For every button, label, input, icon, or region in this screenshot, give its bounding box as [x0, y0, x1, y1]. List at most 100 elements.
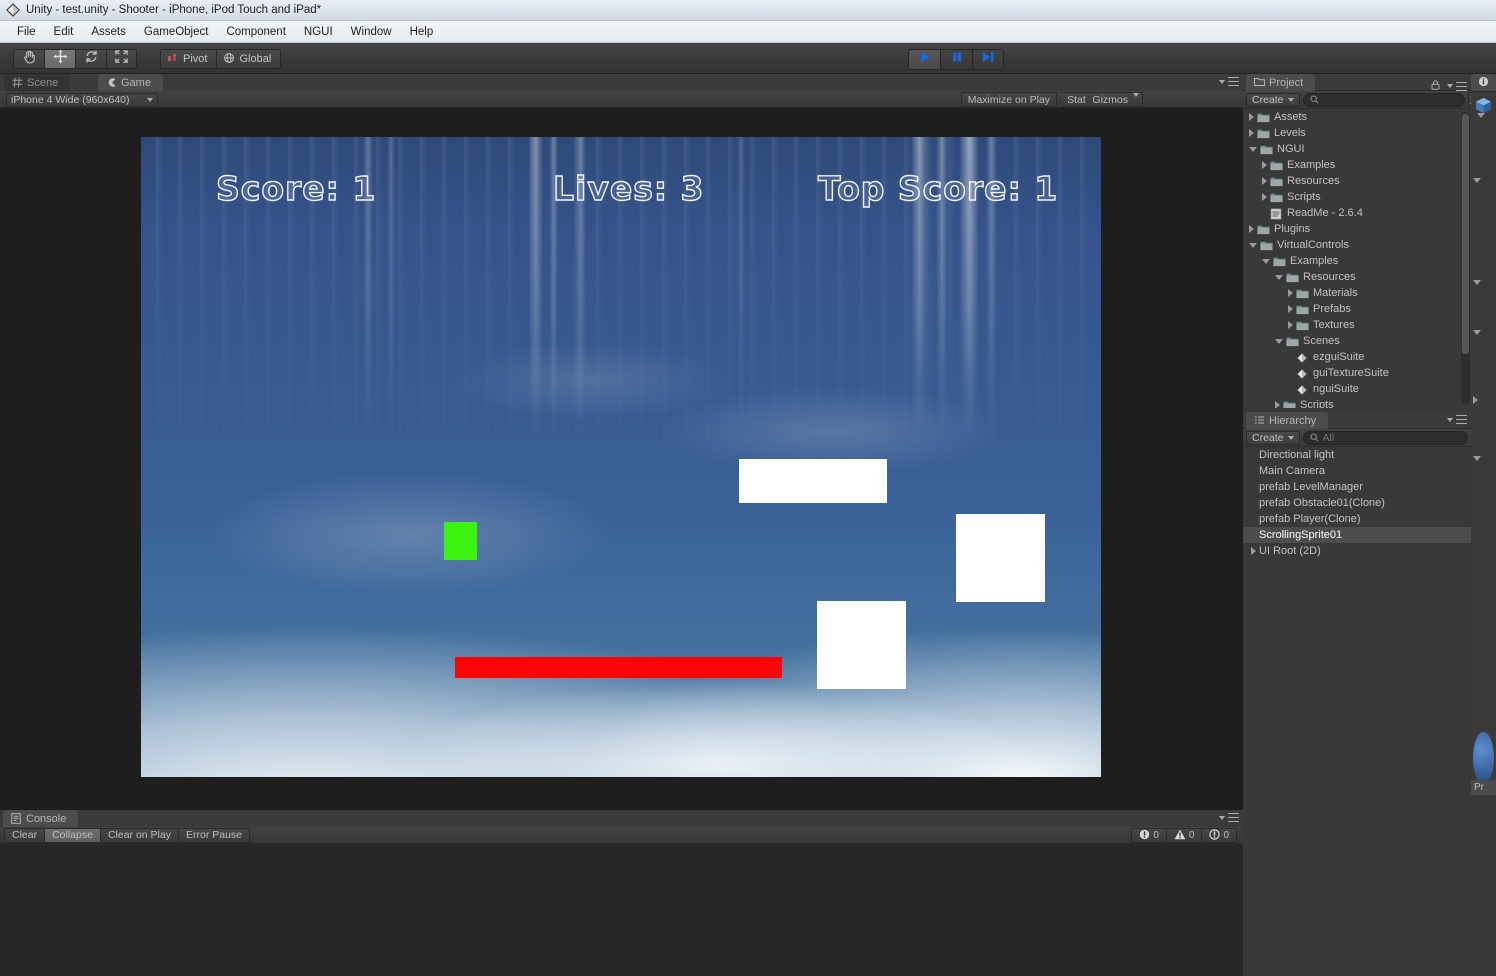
menu-help[interactable]: Help — [401, 24, 443, 40]
chevron-down-icon[interactable] — [1262, 258, 1270, 264]
inspector-collapse-arrow[interactable] — [1477, 113, 1485, 136]
error-count[interactable]: 0 — [1131, 828, 1166, 843]
tab-hierarchy[interactable]: Hierarchy — [1246, 412, 1329, 429]
chevron-right-icon[interactable] — [1288, 321, 1293, 329]
chevron-down-icon[interactable] — [1249, 242, 1257, 248]
chevron-right-icon[interactable] — [1249, 113, 1254, 121]
project-tree-row[interactable]: Scripts — [1243, 397, 1471, 408]
project-tree-row[interactable]: NGUI — [1243, 141, 1471, 157]
project-tree-row[interactable]: Examples — [1243, 157, 1471, 173]
console-collapse-button[interactable]: Collapse — [44, 827, 100, 843]
hierarchy-row[interactable]: prefab Player(Clone) — [1243, 511, 1471, 527]
chevron-down-icon[interactable] — [1275, 338, 1283, 344]
pause-button[interactable] — [940, 49, 972, 70]
project-tree-row[interactable]: Resources — [1243, 269, 1471, 285]
hierarchy-row[interactable]: Main Camera — [1243, 463, 1471, 479]
project-tree-row[interactable]: Materials — [1243, 285, 1471, 301]
console-clear-button[interactable]: Clear — [4, 827, 45, 843]
tab-project[interactable]: Project — [1246, 74, 1316, 91]
preview-tab[interactable]: Pr — [1471, 780, 1496, 795]
project-tree-row[interactable]: guiTextureSuite — [1243, 365, 1471, 381]
project-tree-row[interactable]: Scripts — [1243, 189, 1471, 205]
chevron-right-icon[interactable] — [1262, 193, 1267, 201]
project-scrollbar-thumb[interactable] — [1462, 114, 1469, 354]
project-tree-row[interactable]: ezguiSuite — [1243, 349, 1471, 365]
chevron-right-icon[interactable] — [1288, 305, 1293, 313]
inspector-section-2[interactable] — [1473, 274, 1494, 290]
project-tree-row[interactable]: ReadMe - 2.6.4 — [1243, 205, 1471, 221]
project-tree-row[interactable]: Resources — [1243, 173, 1471, 189]
chevron-right-icon[interactable] — [1249, 129, 1254, 137]
tab-inspector[interactable] — [1471, 74, 1496, 91]
tab-console[interactable]: Console — [3, 810, 79, 827]
menu-ngui[interactable]: NGUI — [295, 24, 342, 40]
project-tree-row[interactable]: nguiSuite — [1243, 381, 1471, 397]
console-message-list[interactable] — [0, 845, 1243, 976]
lock-icon[interactable] — [1431, 77, 1440, 95]
chevron-right-icon[interactable] — [1251, 547, 1256, 555]
menu-component[interactable]: Component — [217, 24, 294, 40]
console-error-pause-button[interactable]: Error Pause — [177, 827, 251, 843]
project-tree-row[interactable]: Assets — [1243, 109, 1471, 125]
project-panel-menu[interactable] — [1431, 77, 1467, 95]
chevron-down-icon[interactable] — [1275, 274, 1283, 280]
project-scrollbar[interactable] — [1461, 112, 1470, 404]
scale-tool-button[interactable] — [106, 49, 137, 69]
hierarchy-row[interactable]: UI Root (2D) — [1243, 543, 1471, 559]
project-create-button[interactable]: Create — [1246, 92, 1300, 107]
hand-tool-button[interactable] — [13, 49, 44, 69]
chevron-right-icon[interactable] — [1249, 225, 1254, 233]
inspector-section-4[interactable] — [1473, 392, 1494, 408]
hamburger-icon — [1456, 415, 1467, 424]
inspector-section-transform[interactable] — [1473, 172, 1494, 188]
project-tree-row[interactable]: Prefabs — [1243, 301, 1471, 317]
gizmos-dropdown-arrow[interactable] — [1133, 93, 1139, 115]
menu-assets[interactable]: Assets — [82, 24, 135, 40]
hierarchy-tree[interactable]: Directional light Main Camera prefab Level… — [1243, 447, 1471, 976]
hierarchy-search-input[interactable] — [1322, 431, 1461, 444]
move-tool-button[interactable] — [44, 49, 75, 69]
project-tree-row[interactable]: Levels — [1243, 125, 1471, 141]
maximize-on-play-button[interactable]: Maximize on Play — [960, 92, 1057, 107]
project-tree-row[interactable]: Textures — [1243, 317, 1471, 333]
info-count[interactable]: 0 — [1201, 828, 1237, 843]
tab-game[interactable]: Game — [98, 74, 163, 91]
menu-edit[interactable]: Edit — [45, 24, 83, 40]
inspector-section-5[interactable] — [1473, 450, 1494, 466]
console-panel-menu[interactable] — [1219, 813, 1239, 822]
tab-scene[interactable]: Scene — [4, 74, 71, 91]
warning-count[interactable]: 0 — [1165, 828, 1202, 843]
hierarchy-row[interactable]: Directional light — [1243, 447, 1471, 463]
menu-file[interactable]: File — [8, 24, 45, 40]
step-button[interactable] — [972, 49, 1004, 70]
global-toggle-button[interactable]: Global — [216, 49, 282, 69]
hierarchy-row[interactable]: ScrollingSprite01 — [1243, 527, 1471, 543]
game-panel-menu[interactable] — [1219, 77, 1239, 86]
play-button[interactable] — [908, 49, 940, 70]
hierarchy-row[interactable]: prefab Obstacle01(Clone) — [1243, 495, 1471, 511]
chevron-right-icon[interactable] — [1262, 177, 1267, 185]
hierarchy-create-button[interactable]: Create — [1246, 430, 1300, 445]
hierarchy-search-field[interactable] — [1302, 430, 1468, 445]
console-clear-on-play-button[interactable]: Clear on Play — [99, 827, 178, 843]
project-search-input[interactable] — [1322, 93, 1458, 106]
project-tree-row[interactable]: VirtualControls — [1243, 237, 1471, 253]
chevron-right-icon[interactable] — [1275, 401, 1280, 408]
hierarchy-row[interactable]: prefab LevelManager — [1243, 479, 1471, 495]
project-tree-row[interactable]: Plugins — [1243, 221, 1471, 237]
chevron-right-icon[interactable] — [1262, 161, 1267, 169]
project-tree[interactable]: Assets Levels NGUI Examples Resources Scripts… — [1243, 109, 1471, 408]
inspector-section-3[interactable] — [1473, 324, 1494, 340]
chevron-down-icon[interactable] — [1249, 146, 1257, 152]
rotate-tool-button[interactable] — [75, 49, 106, 69]
menu-gameobject[interactable]: GameObject — [135, 24, 218, 40]
project-tree-row[interactable]: Examples — [1243, 253, 1471, 269]
project-tree-row[interactable]: Scenes — [1243, 333, 1471, 349]
hierarchy-panel-menu[interactable] — [1447, 415, 1467, 424]
tree-row-label: prefab Obstacle01(Clone) — [1259, 497, 1385, 509]
resolution-dropdown[interactable]: iPhone 4 Wide (960x640) — [6, 93, 158, 107]
menu-window[interactable]: Window — [342, 24, 401, 40]
chevron-right-icon[interactable] — [1288, 289, 1293, 297]
game-render-area[interactable]: Score: 1 Lives: 3 Top Score: 1 — [141, 137, 1101, 777]
pivot-toggle-button[interactable]: Pivot — [160, 49, 217, 69]
